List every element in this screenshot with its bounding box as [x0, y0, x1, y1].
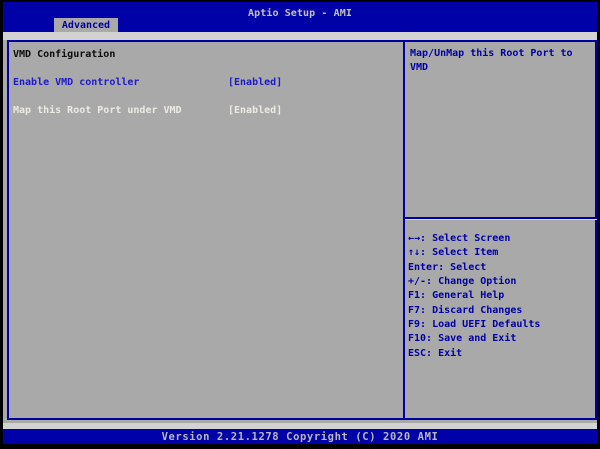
header-divider-strip: [3, 32, 597, 40]
help-description: Map/UnMap this Root Port to VMD: [410, 47, 592, 75]
option-value: [Enabled]: [228, 105, 282, 116]
help-key-esc-exit: ESC: Exit: [408, 347, 596, 361]
help-panel-divider-highlight: [405, 219, 597, 220]
section-title: VMD Configuration: [13, 49, 115, 60]
main-area: VMD Configuration Enable VMD controller …: [3, 40, 597, 429]
help-key-select-screen: ←→: Select Screen: [408, 232, 596, 246]
version-text: Version 2.21.1278 Copyright (C) 2020 AMI: [3, 431, 597, 443]
option-label: Enable VMD controller: [13, 77, 139, 88]
tab-advanced[interactable]: Advanced: [54, 18, 118, 33]
help-key-general-help: F1: General Help: [408, 289, 596, 303]
help-key-save-and-exit: F10: Save and Exit: [408, 332, 596, 346]
version-bar: Version 2.21.1278 Copyright (C) 2020 AMI: [3, 429, 597, 444]
option-value: [Enabled]: [228, 77, 282, 88]
help-key-select-item: ↑↓: Select Item: [408, 246, 596, 260]
help-key-load-uefi-defaults: F9: Load UEFI Defaults: [408, 318, 596, 332]
help-key-discard-changes: F7: Discard Changes: [408, 304, 596, 318]
option-row-map-root-port-under-vmd[interactable]: Map this Root Port under VMD [Enabled]: [3, 105, 401, 118]
option-row-enable-vmd-controller[interactable]: Enable VMD controller [Enabled]: [3, 77, 401, 90]
panel-border: [7, 40, 597, 420]
bios-screen: Aptio Setup - AMI Advanced VMD Configura…: [0, 0, 600, 449]
option-label: Map this Root Port under VMD: [13, 105, 182, 116]
help-key-list: ←→: Select Screen ↑↓: Select Item Enter:…: [408, 232, 596, 361]
help-key-change-option: +/-: Change Option: [408, 275, 596, 289]
vertical-divider: [403, 40, 405, 420]
help-key-enter-select: Enter: Select: [408, 261, 596, 275]
